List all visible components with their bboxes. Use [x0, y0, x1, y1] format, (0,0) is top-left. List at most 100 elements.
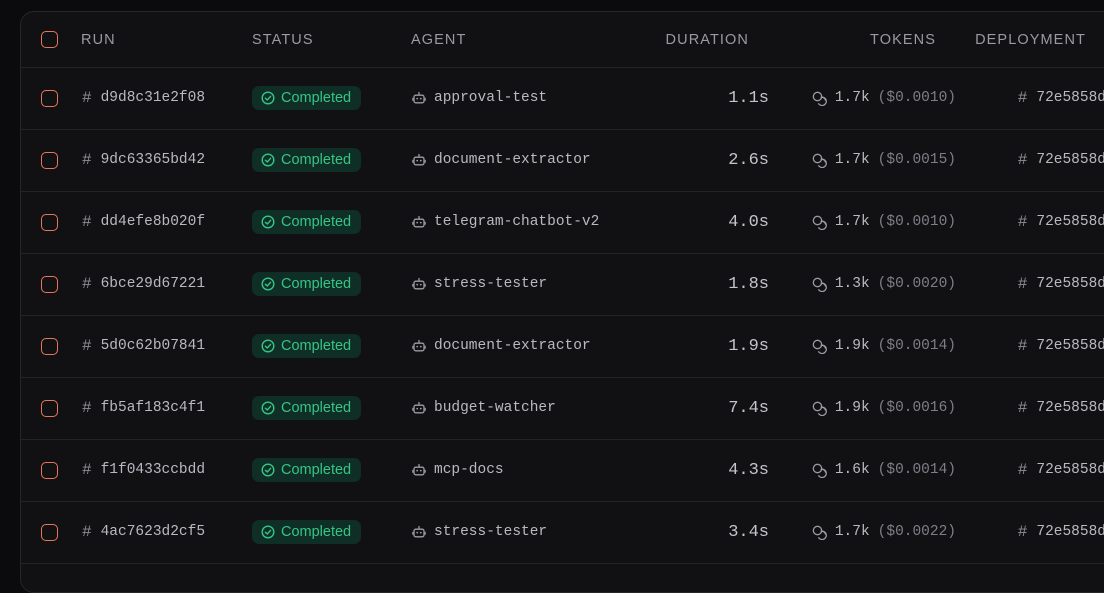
- agent-name[interactable]: document-extractor: [434, 152, 591, 168]
- run-id[interactable]: 5d0c62b07841: [101, 338, 205, 354]
- deployment-cell[interactable]: # 72e5858d: [1018, 501, 1104, 563]
- table-row[interactable]: # fb5af183c4f1 Completed budget-watcher …: [21, 377, 1104, 440]
- deployment-id[interactable]: 72e5858d: [1036, 214, 1104, 230]
- duration-value: 2.6s: [728, 150, 769, 170]
- run-id[interactable]: d9d8c31e2f08: [101, 90, 205, 106]
- table-row[interactable]: # d9d8c31e2f08 Completed approval-test 1…: [21, 67, 1104, 130]
- tokens-cell: 1.7k ($0.0022): [812, 501, 956, 563]
- tokens-cell: 1.6k ($0.0014): [812, 439, 956, 501]
- check-circle-icon: [261, 339, 275, 353]
- row-checkbox-cell[interactable]: [41, 253, 58, 315]
- row-checkbox[interactable]: [41, 213, 58, 231]
- row-checkbox-cell[interactable]: [41, 439, 58, 501]
- run-cell[interactable]: # 5d0c62b07841: [82, 315, 205, 377]
- run-id[interactable]: fb5af183c4f1: [101, 400, 205, 416]
- deployment-id[interactable]: 72e5858d: [1036, 276, 1104, 292]
- run-cell[interactable]: # 9dc63365bd42: [82, 129, 205, 191]
- row-checkbox[interactable]: [41, 461, 58, 479]
- agent-name[interactable]: mcp-docs: [434, 462, 504, 478]
- header-duration[interactable]: DURATION: [666, 12, 749, 67]
- hash-icon: #: [1017, 89, 1028, 107]
- run-cell[interactable]: # 6bce29d67221: [82, 253, 205, 315]
- table-row[interactable]: # f1f0433ccbdd Completed mcp-docs 4.3s 1…: [21, 439, 1104, 502]
- run-id[interactable]: dd4efe8b020f: [101, 214, 205, 230]
- row-checkbox-cell[interactable]: [41, 377, 58, 439]
- duration-cell: 4.0s: [728, 191, 769, 253]
- agent-cell[interactable]: telegram-chatbot-v2: [412, 191, 599, 253]
- agent-cell[interactable]: budget-watcher: [412, 377, 556, 439]
- run-id[interactable]: 4ac7623d2cf5: [101, 524, 205, 540]
- deployment-id[interactable]: 72e5858d: [1036, 338, 1104, 354]
- row-checkbox[interactable]: [41, 89, 58, 107]
- agent-cell[interactable]: stress-tester: [412, 501, 547, 563]
- hash-icon: #: [1017, 275, 1028, 293]
- agent-name[interactable]: approval-test: [434, 90, 547, 106]
- run-id[interactable]: 9dc63365bd42: [101, 152, 205, 168]
- header-run[interactable]: RUN: [81, 12, 116, 67]
- check-circle-icon: [261, 153, 275, 167]
- header-agent[interactable]: AGENT: [411, 12, 466, 67]
- agent-name[interactable]: stress-tester: [434, 524, 547, 540]
- header-checkbox-cell[interactable]: [41, 12, 58, 67]
- row-checkbox-cell[interactable]: [41, 315, 58, 377]
- run-id[interactable]: 6bce29d67221: [101, 276, 205, 292]
- row-checkbox[interactable]: [41, 337, 58, 355]
- deployment-id[interactable]: 72e5858d: [1036, 524, 1104, 540]
- run-cell[interactable]: # dd4efe8b020f: [82, 191, 205, 253]
- agent-cell[interactable]: document-extractor: [412, 129, 591, 191]
- header-deployment[interactable]: DEPLOYMENT: [975, 12, 1086, 67]
- table-row[interactable]: # 5d0c62b07841 Completed document-extrac…: [21, 315, 1104, 378]
- run-cell[interactable]: # d9d8c31e2f08: [82, 67, 205, 129]
- agent-name[interactable]: telegram-chatbot-v2: [434, 214, 599, 230]
- row-checkbox[interactable]: [41, 523, 58, 541]
- table-row[interactable]: # dd4efe8b020f Completed telegram-chatbo…: [21, 191, 1104, 254]
- status-badge: Completed: [252, 272, 362, 296]
- check-circle-icon: [261, 463, 275, 477]
- run-cell[interactable]: # fb5af183c4f1: [82, 377, 205, 439]
- row-checkbox[interactable]: [41, 399, 58, 417]
- run-cell[interactable]: # 4ac7623d2cf5: [82, 501, 205, 563]
- tokens-value: 1.7k: [834, 214, 870, 230]
- row-checkbox-cell[interactable]: [41, 67, 58, 129]
- agent-name[interactable]: stress-tester: [434, 276, 547, 292]
- deployment-cell[interactable]: # 72e5858d: [1018, 439, 1104, 501]
- duration-value: 1.9s: [728, 336, 769, 356]
- run-cell[interactable]: # f1f0433ccbdd: [82, 439, 205, 501]
- select-all-checkbox[interactable]: [41, 31, 58, 48]
- row-checkbox-cell[interactable]: [41, 501, 58, 563]
- deployment-id[interactable]: 72e5858d: [1036, 152, 1104, 168]
- row-checkbox-cell[interactable]: [41, 129, 58, 191]
- row-checkbox[interactable]: [41, 151, 58, 169]
- status-badge: Completed: [252, 334, 362, 358]
- row-checkbox[interactable]: [41, 275, 58, 293]
- deployment-id[interactable]: 72e5858d: [1036, 400, 1104, 416]
- deployment-cell[interactable]: # 72e5858d: [1018, 67, 1104, 129]
- deployment-id[interactable]: 72e5858d: [1036, 462, 1104, 478]
- hash-icon: #: [82, 275, 92, 293]
- header-tokens[interactable]: TOKENS: [870, 12, 936, 67]
- table-row[interactable]: # 9dc63365bd42 Completed document-extrac…: [21, 129, 1104, 192]
- deployment-id[interactable]: 72e5858d: [1036, 90, 1104, 106]
- agent-cell[interactable]: mcp-docs: [412, 439, 504, 501]
- agent-name[interactable]: budget-watcher: [434, 400, 556, 416]
- tokens-value: 1.3k: [834, 276, 870, 292]
- deployment-cell[interactable]: # 72e5858d: [1018, 377, 1104, 439]
- run-id[interactable]: f1f0433ccbdd: [101, 462, 205, 478]
- header-status[interactable]: STATUS: [252, 12, 314, 67]
- status-cell: Completed: [252, 315, 362, 377]
- agent-name[interactable]: document-extractor: [434, 338, 591, 354]
- duration-cell: 1.1s: [728, 67, 769, 129]
- deployment-cell[interactable]: # 72e5858d: [1018, 315, 1104, 377]
- deployment-cell[interactable]: # 72e5858d: [1018, 191, 1104, 253]
- agent-cell[interactable]: document-extractor: [412, 315, 591, 377]
- tokens-cell: 1.3k ($0.0020): [812, 253, 956, 315]
- deployment-cell[interactable]: # 72e5858d: [1018, 129, 1104, 191]
- deployment-cell[interactable]: # 72e5858d: [1018, 253, 1104, 315]
- table-row[interactable]: # 4ac7623d2cf5 Completed stress-tester 3…: [21, 501, 1104, 564]
- agent-cell[interactable]: stress-tester: [412, 253, 547, 315]
- status-label: Completed: [281, 276, 352, 292]
- table-row[interactable]: # 6bce29d67221 Completed stress-tester 1…: [21, 253, 1104, 316]
- agent-cell[interactable]: approval-test: [412, 67, 547, 129]
- row-checkbox-cell[interactable]: [41, 191, 58, 253]
- cost-value: ($0.0010): [877, 214, 956, 230]
